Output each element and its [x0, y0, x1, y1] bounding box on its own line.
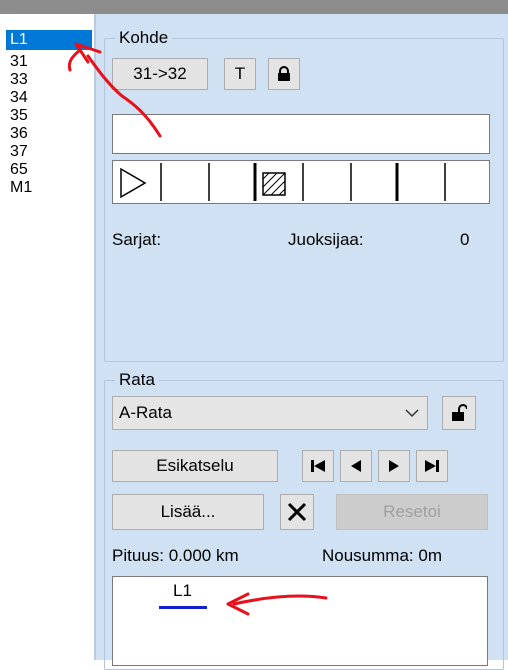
- course-select[interactable]: A-Rata: [112, 396, 428, 430]
- list-item[interactable]: 33: [6, 70, 92, 90]
- juoksijaa-value: 0: [460, 230, 470, 249]
- close-icon: [287, 502, 307, 522]
- chevron-down-icon: [405, 409, 419, 418]
- next-icon: [389, 460, 399, 472]
- window-top-bar: [0, 0, 508, 14]
- next-button[interactable]: [378, 450, 410, 482]
- delete-button[interactable]: [280, 494, 314, 530]
- lock-icon: [278, 66, 290, 81]
- list-item[interactable]: 34: [6, 88, 92, 108]
- sarjat-label: Sarjat:: [112, 230, 162, 249]
- control-text-input[interactable]: [112, 114, 490, 154]
- kohde-title: Kohde: [115, 28, 173, 48]
- course-line: [159, 606, 207, 609]
- list-item[interactable]: 31: [6, 52, 92, 72]
- list-item[interactable]: 37: [6, 142, 92, 162]
- add-button[interactable]: Lisää...: [112, 494, 264, 530]
- first-button[interactable]: [302, 450, 334, 482]
- properties-panel: Kohde 31->32 T Sarjat: Juoksijaa: 0 Rata…: [94, 14, 508, 670]
- course-controls-list[interactable]: L1: [112, 576, 488, 666]
- list-item[interactable]: L1: [6, 30, 92, 50]
- list-item[interactable]: 65: [6, 160, 92, 180]
- length-label: Pituus: 0.000 km: [112, 546, 239, 565]
- control-symbol-strip[interactable]: [112, 160, 490, 204]
- preview-button[interactable]: Esikatselu: [112, 450, 278, 482]
- t-button[interactable]: T: [224, 58, 256, 90]
- juoksijaa-label: Juoksijaa:: [288, 230, 364, 249]
- unlock-icon: [452, 404, 467, 421]
- previous-icon: [351, 460, 361, 472]
- previous-button[interactable]: [340, 450, 372, 482]
- list-item[interactable]: M1: [6, 178, 92, 198]
- course-select-value: A-Rata: [119, 403, 172, 422]
- list-item[interactable]: 36: [6, 124, 92, 144]
- last-button[interactable]: [416, 450, 448, 482]
- lock-button[interactable]: [268, 58, 300, 90]
- rata-title: Rata: [115, 370, 159, 390]
- unlock-button[interactable]: [442, 396, 476, 430]
- skip-last-icon: [425, 460, 439, 472]
- start-triangle-icon: [120, 167, 147, 199]
- control-list[interactable]: L1 31 33 34 35 36 37 65 M1: [0, 14, 92, 660]
- ascent-label: Nousumma: 0m: [322, 546, 442, 565]
- list-item[interactable]: 35: [6, 106, 92, 126]
- skip-first-icon: [311, 460, 325, 472]
- course-list-item[interactable]: L1: [173, 581, 192, 601]
- reset-button[interactable]: Resetoi: [336, 494, 488, 530]
- swap-control-button[interactable]: 31->32: [112, 58, 208, 90]
